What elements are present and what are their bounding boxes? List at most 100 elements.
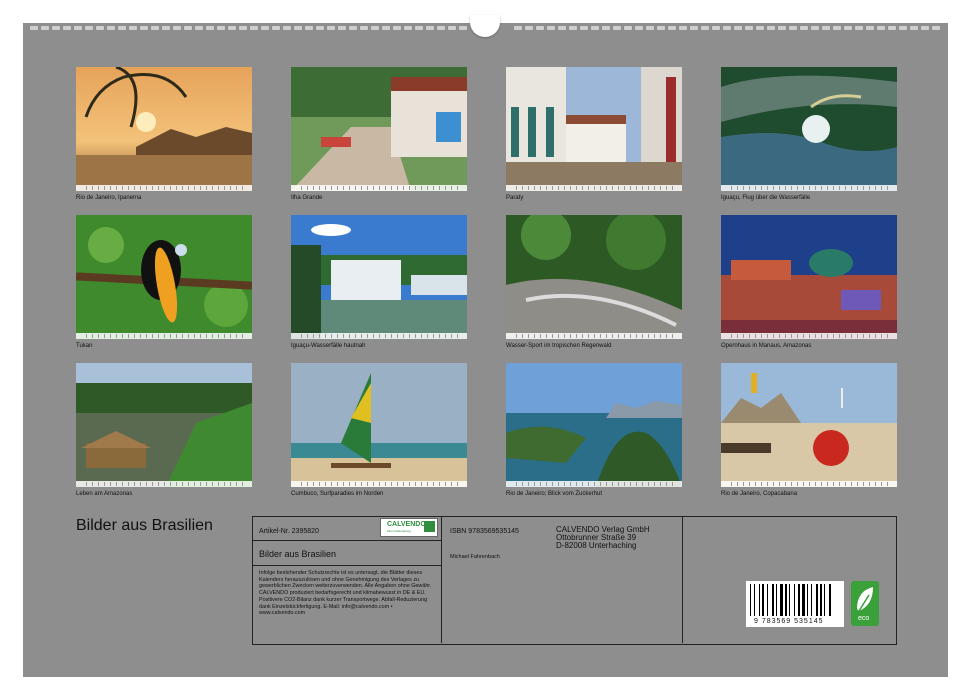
day-tick bbox=[827, 482, 831, 486]
day-tick bbox=[803, 186, 807, 190]
day-tick bbox=[361, 482, 365, 486]
day-tick bbox=[391, 334, 395, 338]
day-tick bbox=[803, 334, 807, 338]
photo-tile: Iguaçu, Flug über die Wasserfälle bbox=[721, 67, 897, 201]
day-tick bbox=[516, 482, 520, 486]
day-tick bbox=[863, 482, 867, 486]
photo-tile: Tukan bbox=[76, 215, 252, 349]
day-tick bbox=[773, 334, 777, 338]
day-tick bbox=[385, 482, 389, 486]
logo-sub: Mein Kalendertag bbox=[387, 529, 411, 533]
day-tick bbox=[576, 482, 580, 486]
day-tick bbox=[409, 334, 413, 338]
day-tick bbox=[355, 334, 359, 338]
day-tick bbox=[218, 334, 222, 338]
day-tick bbox=[427, 334, 431, 338]
photo-tile: Leben am Amazonas bbox=[76, 363, 252, 497]
day-tick bbox=[857, 482, 861, 486]
day-tick bbox=[755, 186, 759, 190]
day-tick bbox=[128, 334, 132, 338]
binding-hole bbox=[41, 26, 49, 30]
binding-hole bbox=[404, 26, 412, 30]
binding-hole bbox=[635, 26, 643, 30]
day-tick bbox=[307, 334, 311, 338]
binding-hole bbox=[206, 26, 214, 30]
day-tick bbox=[570, 482, 574, 486]
binding-hole bbox=[294, 26, 302, 30]
day-tick bbox=[451, 334, 455, 338]
day-tick bbox=[104, 334, 108, 338]
divider bbox=[252, 565, 441, 566]
day-tick bbox=[92, 186, 96, 190]
day-tick bbox=[564, 482, 568, 486]
binding-hole bbox=[844, 26, 852, 30]
day-tick bbox=[128, 186, 132, 190]
day-tick bbox=[200, 334, 204, 338]
day-tick bbox=[379, 482, 383, 486]
day-tick bbox=[839, 482, 843, 486]
day-tick bbox=[349, 482, 353, 486]
day-tick bbox=[319, 334, 323, 338]
day-tick bbox=[104, 186, 108, 190]
day-tick bbox=[654, 482, 658, 486]
binding-hole bbox=[833, 26, 841, 30]
day-tick bbox=[421, 186, 425, 190]
day-tick bbox=[558, 482, 562, 486]
binding-hole bbox=[74, 26, 82, 30]
day-tick bbox=[457, 186, 461, 190]
day-tick bbox=[337, 186, 341, 190]
calendar-strip bbox=[506, 481, 682, 487]
day-tick bbox=[648, 482, 652, 486]
day-tick bbox=[158, 334, 162, 338]
day-tick bbox=[809, 186, 813, 190]
day-tick bbox=[785, 334, 789, 338]
binding-hole bbox=[228, 26, 236, 30]
day-tick bbox=[851, 334, 855, 338]
day-tick bbox=[761, 482, 765, 486]
day-tick bbox=[170, 482, 174, 486]
day-tick bbox=[182, 186, 186, 190]
binding-hole bbox=[668, 26, 676, 30]
day-tick bbox=[379, 186, 383, 190]
binding-hole bbox=[701, 26, 709, 30]
binding-hole bbox=[547, 26, 555, 30]
day-tick bbox=[845, 334, 849, 338]
day-tick bbox=[534, 334, 538, 338]
binding-hole bbox=[591, 26, 599, 30]
photo-zuckerhut bbox=[506, 363, 682, 487]
photo-caption: Iguaçu-Wasserfälle hautnah bbox=[291, 343, 366, 349]
calendar-strip bbox=[76, 481, 252, 487]
day-tick bbox=[92, 482, 96, 486]
binding-hole bbox=[63, 26, 71, 30]
day-tick bbox=[761, 186, 765, 190]
binding-hole bbox=[536, 26, 544, 30]
day-tick bbox=[343, 482, 347, 486]
binding-hole bbox=[305, 26, 313, 30]
day-tick bbox=[851, 482, 855, 486]
day-tick bbox=[319, 482, 323, 486]
day-tick bbox=[146, 334, 150, 338]
day-tick bbox=[534, 186, 538, 190]
day-tick bbox=[403, 482, 407, 486]
day-tick bbox=[773, 186, 777, 190]
day-tick bbox=[325, 334, 329, 338]
day-tick bbox=[869, 334, 873, 338]
day-tick bbox=[236, 186, 240, 190]
day-tick bbox=[212, 334, 216, 338]
day-tick bbox=[809, 482, 813, 486]
day-tick bbox=[164, 334, 168, 338]
calendar-strip bbox=[291, 333, 467, 339]
photo-tukan bbox=[76, 215, 252, 339]
binding-hole bbox=[646, 26, 654, 30]
day-tick bbox=[809, 334, 813, 338]
day-tick bbox=[534, 482, 538, 486]
day-tick bbox=[224, 334, 228, 338]
day-tick bbox=[642, 482, 646, 486]
day-tick bbox=[755, 482, 759, 486]
day-tick bbox=[236, 334, 240, 338]
day-tick bbox=[170, 186, 174, 190]
logo-badge-icon bbox=[424, 521, 435, 532]
day-tick bbox=[367, 186, 371, 190]
day-tick bbox=[731, 334, 735, 338]
day-tick bbox=[421, 334, 425, 338]
